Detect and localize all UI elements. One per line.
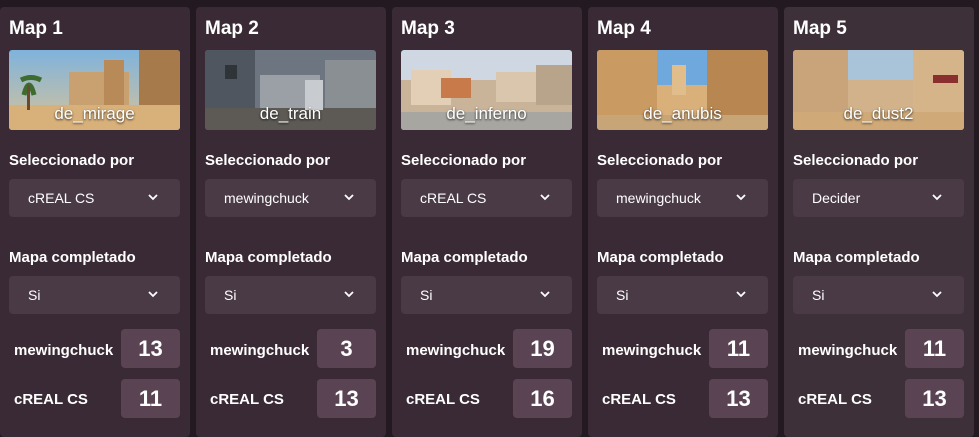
map-completed-label: Mapa completado [793,249,920,266]
chevron-down-icon [736,194,746,201]
map-card-1: Map 1 de_mirage Seleccionado por cREAL C… [0,7,190,437]
map-completed-label: Mapa completado [9,249,136,266]
map-completed-label: Mapa completado [597,249,724,266]
map-title: Map 2 [205,18,259,39]
team-score[interactable]: 3 [317,329,376,368]
map-completed-value: Si [812,287,825,303]
map-completed-dropdown[interactable]: Si [205,276,376,314]
chevron-down-icon [540,194,550,201]
selected-by-dropdown[interactable]: mewingchuck [597,179,768,217]
team-name: mewingchuck [14,342,114,359]
selected-by-dropdown[interactable]: cREAL CS [401,179,572,217]
map-title: Map 1 [9,18,63,39]
team-name: cREAL CS [210,391,284,408]
map-code: de_anubis [643,104,722,123]
chevron-down-icon [932,194,942,201]
map-completed-value: Si [420,287,433,303]
team-score[interactable]: 13 [709,379,768,418]
selected-by-label: Seleccionado por [793,152,919,169]
selected-by-dropdown[interactable]: cREAL CS [9,179,180,217]
map-thumbnail: de_train [205,50,376,130]
selected-by-label: Seleccionado por [401,152,527,169]
selected-by-value: mewingchuck [616,190,701,206]
team-score[interactable]: 16 [513,379,572,418]
map-code: de_dust2 [843,104,914,123]
map-card-3: Map 3 de_inferno Seleccionado por cREAL … [392,7,582,437]
chevron-down-icon [344,194,354,201]
selected-by-label: Seleccionado por [205,152,331,169]
chevron-down-icon [736,291,746,298]
team-score[interactable]: 13 [121,329,180,368]
map-code: de_train [259,104,322,123]
map-completed-value: Si [616,287,629,303]
chevron-down-icon [148,291,158,298]
team-name: cREAL CS [406,391,480,408]
team-name: cREAL CS [602,391,676,408]
map-thumbnail: de_mirage [9,50,180,130]
team-score[interactable]: 19 [513,329,572,368]
map-completed-label: Mapa completado [401,249,528,266]
map-card-2: Map 2 de_train Seleccionado por mewingch… [196,7,386,437]
selected-by-dropdown[interactable]: Decider [793,179,964,217]
chevron-down-icon [540,291,550,298]
team-name: mewingchuck [798,342,898,359]
team-name: cREAL CS [798,391,872,408]
team-name: mewingchuck [210,342,310,359]
chevron-down-icon [344,291,354,298]
selected-by-value: cREAL CS [420,190,487,206]
selected-by-label: Seleccionado por [597,152,723,169]
team-name: mewingchuck [602,342,702,359]
map-thumbnail: de_inferno [401,50,572,130]
map-completed-dropdown[interactable]: Si [597,276,768,314]
selected-by-value: mewingchuck [224,190,309,206]
map-title: Map 5 [793,18,847,39]
map-thumbnail: de_dust2 [793,50,964,130]
selected-by-value: Decider [812,190,861,206]
map-title: Map 4 [597,18,651,39]
team-score[interactable]: 11 [905,329,964,368]
map-completed-label: Mapa completado [205,249,332,266]
map-card-4: Map 4 de_anubis Seleccionado por mewingc… [588,7,778,437]
team-score[interactable]: 13 [317,379,376,418]
maps-row: Map 1 de_mirage Seleccionado por cREAL C… [0,0,979,437]
map-completed-dropdown[interactable]: Si [401,276,572,314]
map-thumbnail: de_anubis [597,50,768,130]
team-score[interactable]: 11 [709,329,768,368]
selected-by-label: Seleccionado por [9,152,135,169]
map-completed-dropdown[interactable]: Si [9,276,180,314]
map-title: Map 3 [401,18,455,39]
map-completed-value: Si [28,287,41,303]
chevron-down-icon [932,291,942,298]
team-score[interactable]: 13 [905,379,964,418]
selected-by-dropdown[interactable]: mewingchuck [205,179,376,217]
map-card-5: Map 5 de_dust2 Seleccionado por Decider … [784,7,974,437]
team-name: mewingchuck [406,342,506,359]
chevron-down-icon [148,194,158,201]
team-name: cREAL CS [14,391,88,408]
map-completed-value: Si [224,287,237,303]
map-code: de_mirage [54,104,135,123]
map-completed-dropdown[interactable]: Si [793,276,964,314]
team-score[interactable]: 11 [121,379,180,418]
selected-by-value: cREAL CS [28,190,95,206]
map-code: de_inferno [446,104,527,123]
